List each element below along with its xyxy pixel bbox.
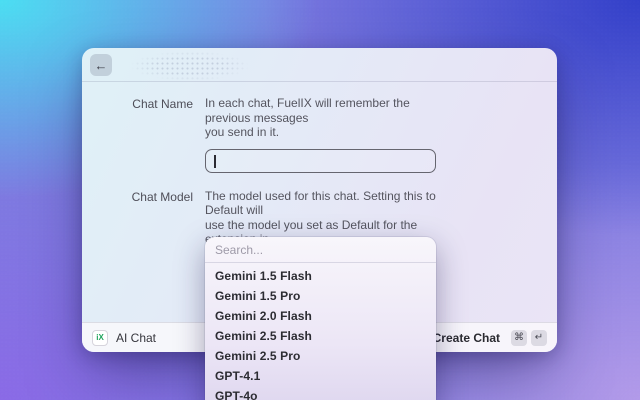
header-dot-texture [130,51,250,81]
model-option[interactable]: Gemini 1.5 Pro [205,286,436,306]
text-cursor [214,155,216,168]
model-option[interactable]: GPT-4o [205,386,436,400]
command-key-icon: ⌘ [511,330,527,346]
back-button[interactable]: ← [90,54,112,76]
create-chat-button[interactable]: Create Chat [433,331,500,345]
chat-name-input[interactable] [205,149,436,173]
window-header: ← [82,48,557,82]
chat-name-row: Chat Name In each chat, FuelIX will reme… [82,96,557,173]
model-option[interactable]: Gemini 2.5 Pro [205,346,436,366]
return-key-icon: ↵ [531,330,547,346]
chat-name-description: In each chat, FuelIX will remember the p… [205,96,436,140]
back-arrow-icon: ← [95,58,108,73]
chat-model-dropdown: Gemini 1.5 Flash Gemini 1.5 Pro Gemini 2… [205,237,436,400]
chat-model-label: Chat Model [82,189,193,290]
model-options-list: Gemini 1.5 Flash Gemini 1.5 Pro Gemini 2… [205,263,436,400]
model-option[interactable]: Gemini 2.0 Flash [205,306,436,326]
dropdown-search-input[interactable] [215,243,426,257]
model-option[interactable]: Gemini 2.5 Flash [205,326,436,346]
dropdown-search-row [205,237,436,263]
chat-name-label: Chat Name [82,96,193,173]
model-option[interactable]: GPT-4.1 [205,366,436,386]
app-name: AI Chat [116,331,156,345]
model-option[interactable]: Gemini 1.5 Flash [205,266,436,286]
fuelix-app-icon: iX [92,330,108,346]
